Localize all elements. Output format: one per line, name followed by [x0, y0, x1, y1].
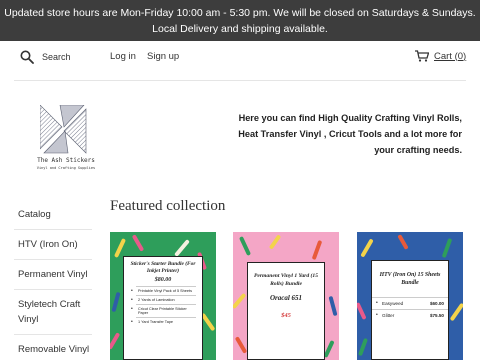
sidebar-nav: Catalog HTV (Iron On) Permanent Vinyl St…: [14, 200, 92, 364]
cart-icon: [415, 50, 429, 62]
header-divider: [14, 80, 466, 81]
product-card-starter-bundle[interactable]: Sticker's Starter Bundle (For Inkjet Pri…: [110, 232, 216, 360]
logo-title: The Ash Stickers: [37, 157, 95, 164]
product-title: Sticker's Starter Bundle (For Inkjet Pri…: [130, 261, 196, 274]
store-logo[interactable]: The Ash Stickers Vinyl and Crafting Supp…: [26, 105, 108, 173]
featured-heading: Featured collection: [110, 198, 226, 214]
row-price: $60.00: [429, 301, 444, 306]
sidebar-item-styletech[interactable]: Styletech Craft Vinyl: [14, 289, 92, 334]
cart-link[interactable]: Cart (0): [415, 50, 466, 62]
logo-subtitle: Vinyl and Crafting Supplies: [36, 166, 96, 170]
sidebar-item-catalog[interactable]: Catalog: [14, 200, 92, 229]
cart-label: Cart (0): [434, 50, 467, 62]
product-title: HTV (Iron On) 15 Sheets Bundle: [379, 272, 441, 286]
bundle-item: 1 Yard Transfer Tape: [131, 317, 196, 326]
store-tagline: Here you can find High Quality Crafting …: [238, 113, 462, 155]
announcement-text: Updated store hours are Mon-Friday 10:00…: [4, 7, 476, 35]
search-input[interactable]: [42, 49, 104, 65]
announcement-banner: Updated store hours are Mon-Friday 10:00…: [0, 0, 480, 41]
product-subtitle: Oracal 651: [269, 294, 303, 302]
row-name: Easyweed: [382, 301, 404, 306]
sidebar-item-htv[interactable]: HTV (Iron On): [14, 229, 92, 259]
header-bar: Log in Sign up Cart (0): [0, 41, 480, 73]
row-name: Glitter: [382, 313, 395, 318]
sidebar-item-permanent-vinyl[interactable]: Permanent Vinyl: [14, 259, 92, 289]
row-price: $75.50: [429, 313, 444, 318]
product-price: $45: [281, 312, 291, 319]
price-row: Glitter $75.50: [372, 309, 448, 321]
product-card-htv-bundle[interactable]: HTV (Iron On) 15 Sheets Bundle Easyweed …: [357, 232, 463, 360]
product-price: $80.00: [154, 277, 172, 283]
login-link[interactable]: Log in: [110, 51, 136, 62]
bundle-item: 2 Yards of Lamination: [131, 295, 196, 304]
bundle-item: Cricut Clear Printable Sticker Paper: [131, 304, 196, 317]
product-card-permanent-vinyl-bundle[interactable]: Permanent Vinyl 1 Yard (15 Rolls) Bundle…: [233, 232, 339, 360]
product-card-sheet: Permanent Vinyl 1 Yard (15 Rolls) Bundle…: [247, 262, 325, 360]
bundle-item: Printable Vinyl Pack of 5 Sheets: [131, 286, 196, 295]
product-card-sheet: HTV (Iron On) 15 Sheets Bundle Easyweed …: [371, 260, 449, 360]
logo-mark-icon: [40, 105, 87, 154]
signup-link[interactable]: Sign up: [147, 51, 179, 62]
search-icon[interactable]: [20, 50, 34, 64]
product-title: Permanent Vinyl 1 Yard (15 Rolls) Bundle: [253, 273, 319, 287]
product-card-sheet: Sticker's Starter Bundle (For Inkjet Pri…: [123, 256, 203, 360]
price-row: Easyweed $60.00: [372, 297, 448, 309]
